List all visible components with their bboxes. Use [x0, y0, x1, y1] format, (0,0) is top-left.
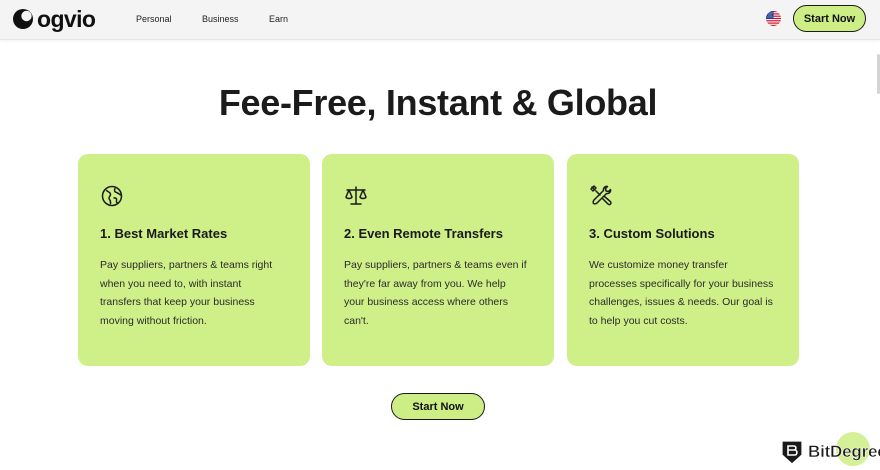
us-flag-icon[interactable]: [766, 11, 781, 26]
card-title: 1. Best Market Rates: [100, 226, 228, 241]
globe-icon: [101, 185, 123, 207]
brand-name: ogvio: [37, 6, 96, 32]
tools-icon: [590, 185, 612, 206]
page: ogvio Personal Business Earn Start Now F…: [0, 0, 880, 470]
start-now-button[interactable]: Start Now: [391, 393, 485, 420]
bitdegree-shield-icon: [781, 440, 803, 465]
card-title: 2. Even Remote Transfers: [344, 226, 503, 241]
ogvio-logo-icon: [13, 9, 33, 29]
watermark-text: BitDegree: [808, 442, 880, 462]
card-description-line: they're far away from you. We help: [344, 277, 506, 290]
card-description-line: challenges, issues & needs. Our goal is: [589, 296, 773, 309]
bitdegree-watermark: BitDegree: [781, 437, 880, 467]
card-description-line: to help you cut costs.: [589, 315, 688, 328]
card-description-line: moving without friction.: [100, 315, 207, 328]
brand-logo[interactable]: ogvio: [12, 6, 96, 32]
top-navbar: ogvio Personal Business Earn Start Now: [0, 0, 880, 40]
card-description-line: processes specifically for your business: [589, 277, 774, 290]
header-start-now-button[interactable]: Start Now: [793, 5, 866, 32]
page-title: Fee-Free, Instant & Global: [218, 82, 658, 123]
card-description: Pay suppliers, partners & teams right wh…: [100, 256, 296, 331]
nav-item-personal[interactable]: Personal: [136, 13, 172, 25]
card-description-line: Pay suppliers, partners & teams even if: [344, 259, 527, 271]
card-description: Pay suppliers, partners & teams even if …: [344, 256, 540, 331]
card-description-line: transfers that keep your business: [100, 296, 255, 309]
card-description-line: Pay suppliers, partners & teams right: [100, 259, 273, 271]
feature-card-custom-solutions: 3. Custom Solutions We customize money t…: [567, 154, 799, 366]
nav-item-earn[interactable]: Earn: [269, 13, 288, 25]
feature-card-market-rates: 1. Best Market Rates Pay suppliers, part…: [78, 154, 310, 366]
card-description-line: when you need to, with instant: [100, 277, 242, 290]
card-description: We customize money transfer processes sp…: [589, 256, 785, 331]
nav-item-business[interactable]: Business: [202, 13, 239, 25]
scales-icon: [345, 186, 367, 205]
card-title: 3. Custom Solutions: [589, 226, 715, 241]
card-description-line: We customize money transfer: [589, 259, 728, 271]
feature-card-remote-transfers: 2. Even Remote Transfers Pay suppliers, …: [322, 154, 554, 366]
card-description-line: your business access where others: [344, 296, 508, 309]
card-description-line: can't.: [344, 315, 369, 328]
language-selector-icon: [766, 11, 781, 26]
